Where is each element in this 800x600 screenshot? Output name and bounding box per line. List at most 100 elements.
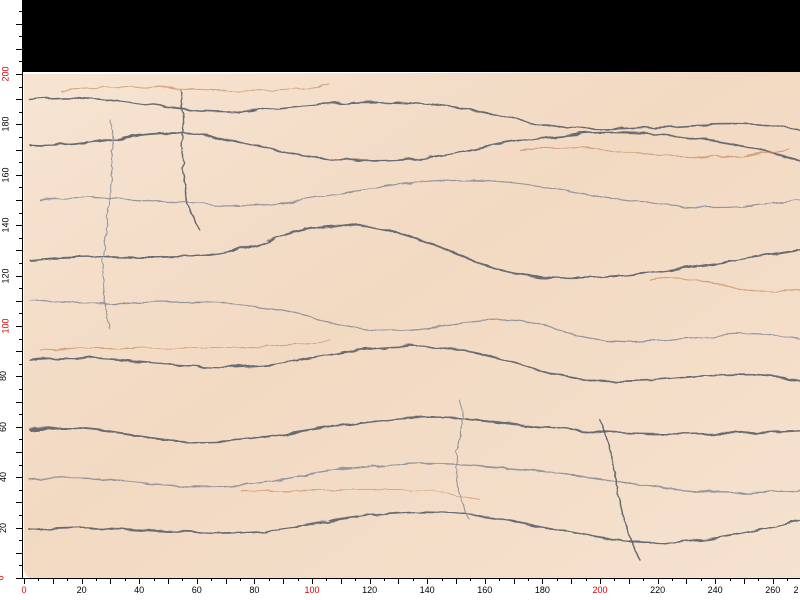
ruler-x-tick bbox=[38, 578, 40, 581]
ruler-y-tick bbox=[19, 187, 22, 189]
ruler-x-tick bbox=[254, 578, 256, 584]
ruler-y-label: 100 bbox=[0, 318, 11, 334]
ruler-x-tick bbox=[499, 578, 501, 581]
ruler-x-label: 180 bbox=[534, 585, 550, 595]
ruler-x-label: 80 bbox=[249, 585, 260, 595]
ruler-y-tick bbox=[19, 515, 22, 516]
ruler-x-tick bbox=[571, 578, 573, 584]
ruler-y-tick bbox=[16, 48, 22, 50]
ruler-y-tick bbox=[19, 540, 22, 542]
ruler-x-tick bbox=[528, 578, 529, 581]
ruler-x-tick bbox=[52, 578, 54, 584]
ruler-x-label: 260 bbox=[765, 585, 781, 595]
ruler-y-label: 60 bbox=[0, 421, 9, 432]
ruler-y-label: 160 bbox=[0, 167, 11, 183]
ruler-y-tick bbox=[16, 23, 22, 25]
ruler-x-tick bbox=[326, 578, 328, 581]
ruler-x-label: 200 bbox=[592, 585, 608, 595]
ruler-x-tick bbox=[139, 578, 141, 584]
ruler-x-tick bbox=[182, 578, 184, 581]
ruler-y-tick bbox=[16, 502, 22, 504]
ruler-x-tick bbox=[67, 578, 69, 581]
ruler-y-tick bbox=[19, 212, 22, 214]
ruler-x-tick bbox=[643, 578, 645, 581]
ruler-x-tick bbox=[96, 578, 97, 581]
ruler-y-tick bbox=[19, 11, 22, 12]
ruler-y-label: 200 bbox=[0, 66, 11, 82]
ruler-x-tick bbox=[484, 578, 486, 584]
ruler-y-tick bbox=[16, 552, 22, 554]
ruler-y-tick bbox=[16, 250, 22, 252]
ruler-x-tick bbox=[513, 578, 515, 584]
ruler-y-tick bbox=[19, 162, 22, 164]
ruler-x-tick bbox=[412, 578, 414, 581]
ruler-x-tick bbox=[700, 578, 702, 581]
image-canvas: 0204060801001201401601802002202402602020… bbox=[0, 0, 800, 600]
ruler-x-label: 20 bbox=[76, 585, 87, 595]
ruler-y-tick bbox=[16, 326, 22, 327]
ruler-y-tick bbox=[16, 376, 22, 378]
ruler-x-tick bbox=[124, 578, 126, 581]
ruler-x-tick bbox=[470, 578, 472, 581]
ruler-y-tick bbox=[16, 275, 22, 277]
ruler-y-tick bbox=[19, 338, 22, 340]
ruler-y-tick bbox=[16, 300, 22, 302]
ruler-y-tick bbox=[19, 61, 22, 63]
ruler-x-label: 60 bbox=[191, 585, 202, 595]
ruler-y-tick bbox=[19, 414, 22, 416]
ruler-x-tick bbox=[312, 578, 313, 584]
ruler-x-tick bbox=[196, 578, 198, 584]
ruler-y-tick bbox=[19, 489, 22, 491]
ruler-x-tick bbox=[686, 578, 688, 584]
ruler-y-tick bbox=[16, 401, 22, 403]
ruler-y-tick bbox=[19, 137, 22, 138]
ruler-x-tick bbox=[456, 578, 457, 584]
ruler-y-tick bbox=[19, 263, 22, 264]
ruler-x-tick bbox=[268, 578, 270, 581]
ruler-x-tick bbox=[427, 578, 429, 584]
ruler-x-tick bbox=[110, 578, 112, 584]
ruler-y-label: 140 bbox=[0, 217, 11, 233]
ruler-x-label: 0 bbox=[21, 585, 27, 595]
ruler-y-tick bbox=[19, 237, 22, 239]
ruler-x-tick bbox=[614, 578, 616, 581]
ruler-y-tick bbox=[16, 74, 22, 75]
ruler-y-tick bbox=[16, 426, 22, 428]
ruler-x-label: 100 bbox=[304, 585, 320, 595]
ruler-x-tick bbox=[398, 578, 400, 584]
ruler-x-tick bbox=[772, 578, 774, 584]
ruler-x-tick bbox=[283, 578, 285, 584]
ruler-y-tick bbox=[19, 86, 22, 88]
marble-slab-graphic bbox=[23, 72, 800, 578]
ruler-x-tick bbox=[240, 578, 241, 581]
ruler-x-tick bbox=[744, 578, 745, 584]
ruler-y-tick bbox=[16, 200, 22, 201]
ruler-x-tick bbox=[787, 578, 789, 581]
ruler-y-tick bbox=[16, 124, 22, 126]
ruler-y-label: 180 bbox=[0, 116, 11, 132]
ruler-y-tick bbox=[16, 351, 22, 353]
ruler-y-label: 40 bbox=[0, 472, 9, 483]
ruler-y-tick bbox=[19, 288, 22, 290]
ruler-y-tick bbox=[19, 36, 22, 38]
ruler-x-label: 240 bbox=[707, 585, 723, 595]
ruler-x-tick bbox=[758, 578, 760, 581]
ruler-y-tick bbox=[16, 452, 22, 453]
ruler-y-tick bbox=[19, 464, 22, 466]
ruler-x-label: 120 bbox=[362, 585, 378, 595]
ruler-x-tick bbox=[672, 578, 673, 581]
ruler-y-tick bbox=[16, 99, 22, 101]
ruler-x-tick bbox=[384, 578, 385, 581]
ruler-y-tick bbox=[16, 527, 22, 529]
ruler-y-label: 80 bbox=[0, 371, 9, 382]
ruler-x-tick bbox=[168, 578, 169, 584]
ruler-y-tick bbox=[16, 149, 22, 151]
ruler-x-tick bbox=[585, 578, 587, 581]
ruler-x-tick bbox=[600, 578, 601, 584]
ruler-x-tick bbox=[628, 578, 630, 584]
ruler-x-tick bbox=[369, 578, 371, 584]
ruler-x-tick bbox=[542, 578, 544, 584]
ruler-x-tick bbox=[657, 578, 659, 584]
ruler-x-tick bbox=[715, 578, 717, 584]
ruler-x-tick bbox=[355, 578, 357, 581]
